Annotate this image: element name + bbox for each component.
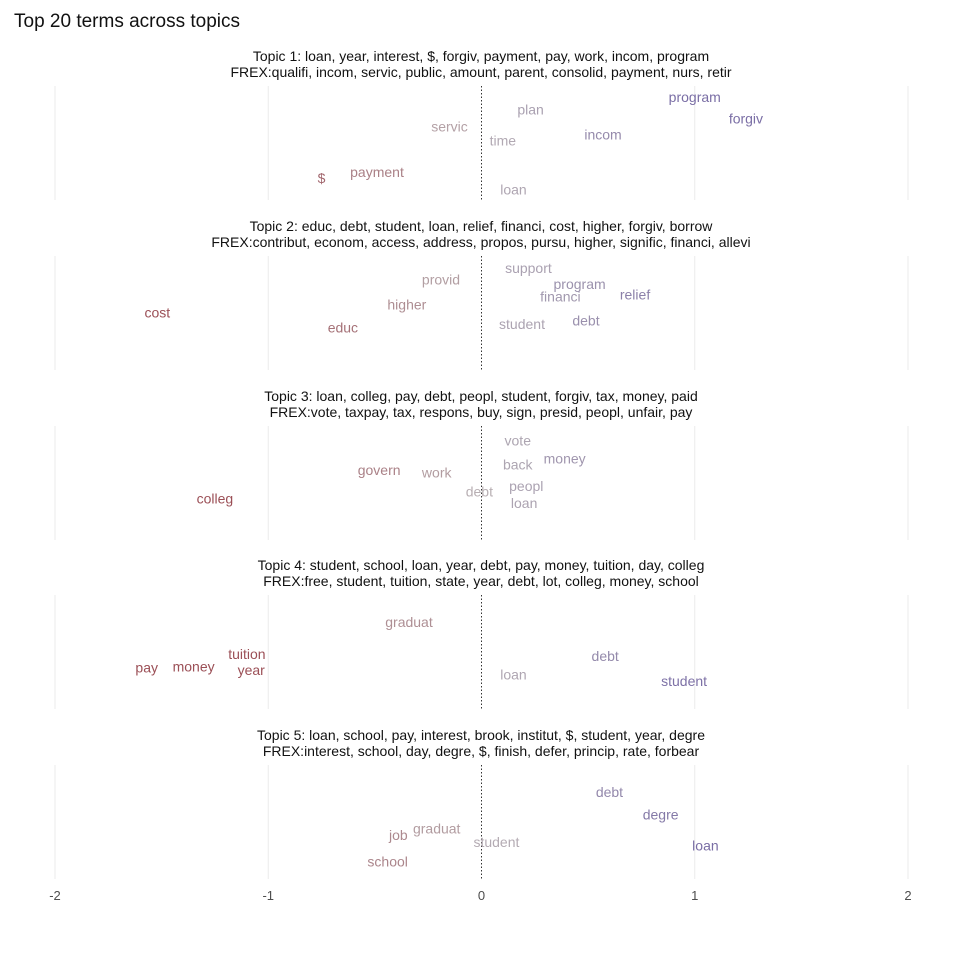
- term-label: back: [503, 456, 534, 472]
- term-label: support: [505, 260, 552, 276]
- topic-panel: Topic 3: loan, colleg, pay, debt, peopl,…: [54, 388, 909, 540]
- panel-title: Topic 4: student, school, loan, year, de…: [258, 557, 705, 573]
- chart-title: Top 20 terms across topics: [14, 11, 240, 32]
- term-label: graduat: [413, 820, 461, 836]
- term-label: student: [499, 316, 545, 332]
- panel-title: Topic 5: loan, school, pay, interest, br…: [257, 727, 705, 743]
- panel-subtitle: FREX:qualifi, incom, servic, public, amo…: [230, 64, 731, 80]
- term-label: colleg: [197, 491, 234, 507]
- term-label: tuition: [228, 646, 265, 662]
- term-label: money: [544, 451, 586, 467]
- panel-subtitle: FREX:interest, school, day, degre, $, fi…: [263, 743, 700, 759]
- term-label: loan: [500, 181, 526, 197]
- x-tick-label: 0: [478, 888, 485, 903]
- term-label: pay: [135, 660, 158, 676]
- term-label: loan: [500, 666, 526, 682]
- term-label: educ: [328, 319, 358, 335]
- term-label: graduat: [385, 614, 433, 630]
- term-label: plan: [517, 102, 543, 118]
- term-label: financi: [540, 289, 580, 305]
- term-label: servic: [431, 119, 468, 135]
- term-label: relief: [620, 286, 650, 302]
- x-tick-label: -2: [49, 888, 61, 903]
- term-label: $: [318, 170, 326, 186]
- term-label: money: [173, 658, 215, 674]
- chart-figure: Top 20 terms across topics Topic 1: loan…: [14, 11, 912, 903]
- term-label: forgiv: [729, 111, 763, 127]
- topic-panel: Topic 1: loan, year, interest, $, forgiv…: [54, 48, 909, 200]
- panel-subtitle: FREX:free, student, tuition, state, year…: [263, 573, 699, 589]
- term-label: payment: [350, 164, 404, 180]
- x-tick-label: 1: [691, 888, 698, 903]
- term-label: work: [421, 464, 453, 480]
- term-label: cost: [145, 305, 171, 321]
- topic-panel: Topic 2: educ, debt, student, loan, reli…: [54, 218, 909, 370]
- x-tick-label: 2: [904, 888, 911, 903]
- term-label: job: [388, 827, 408, 843]
- term-label: peopl: [509, 478, 543, 494]
- panel-title: Topic 3: loan, colleg, pay, debt, peopl,…: [264, 388, 697, 404]
- term-label: debt: [592, 648, 619, 664]
- term-label: higher: [387, 297, 426, 313]
- term-label: debt: [466, 484, 493, 500]
- x-tick-label: -1: [262, 888, 274, 903]
- term-label: govern: [358, 462, 401, 478]
- term-label: debt: [572, 313, 599, 329]
- term-label: school: [367, 853, 407, 869]
- topic-panels: Topic 1: loan, year, interest, $, forgiv…: [54, 48, 909, 879]
- panel-subtitle: FREX:vote, taxpay, tax, respons, buy, si…: [270, 404, 693, 420]
- term-label: loan: [511, 495, 537, 511]
- panel-title: Topic 2: educ, debt, student, loan, reli…: [250, 218, 714, 234]
- term-label: provid: [422, 272, 460, 288]
- topic-panel: Topic 4: student, school, loan, year, de…: [54, 557, 909, 709]
- x-axis: -2 -1 0 1 2: [49, 888, 911, 903]
- panel-title: Topic 1: loan, year, interest, $, forgiv…: [253, 48, 709, 64]
- term-label: vote: [505, 432, 532, 448]
- term-label: loan: [692, 838, 718, 854]
- term-label: debt: [596, 784, 623, 800]
- term-label: student: [473, 834, 519, 850]
- term-label: time: [490, 132, 517, 148]
- term-label: degre: [643, 807, 679, 823]
- topic-panel: Topic 5: loan, school, pay, interest, br…: [54, 727, 909, 879]
- term-label: student: [661, 673, 707, 689]
- term-label: year: [238, 662, 266, 678]
- term-label: incom: [584, 127, 621, 143]
- panel-subtitle: FREX:contribut, econom, access, address,…: [211, 234, 750, 250]
- term-label: program: [669, 89, 721, 105]
